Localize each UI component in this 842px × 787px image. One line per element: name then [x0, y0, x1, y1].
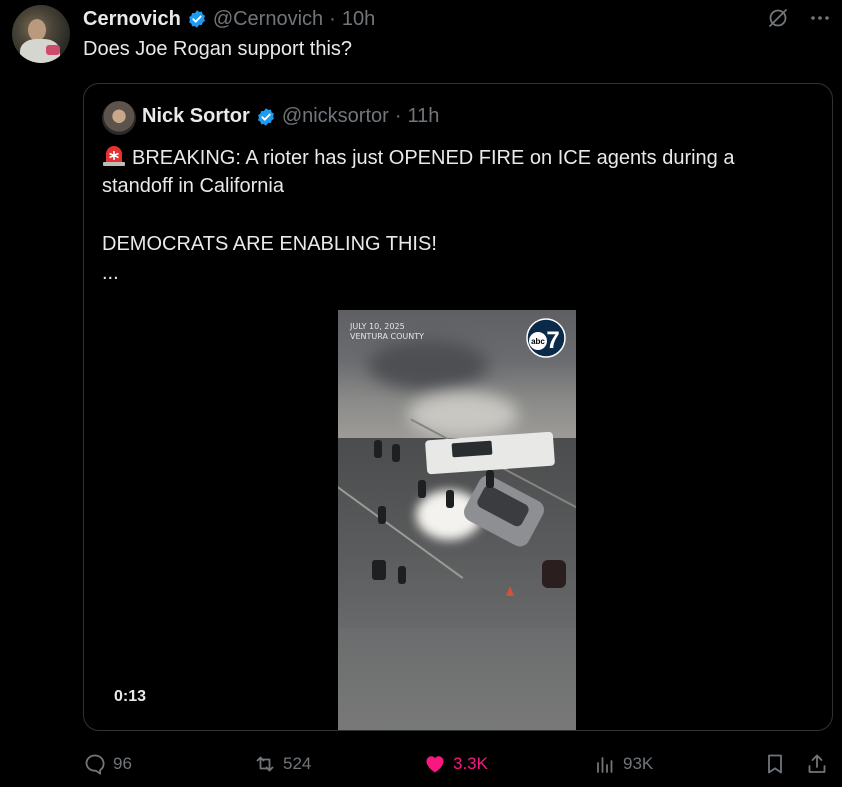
bookmark-button[interactable]: [763, 749, 787, 779]
video-location: VENTURA COUNTY: [350, 332, 424, 341]
avatar-face: [28, 19, 46, 41]
grok-icon[interactable]: [766, 6, 790, 30]
more-options-icon[interactable]: [808, 6, 832, 30]
bookmark-icon: [768, 754, 782, 774]
quoted-author-avatar[interactable]: [102, 101, 136, 135]
quoted-author-name[interactable]: Nick Sortor: [142, 105, 250, 128]
like-count: 3.3K: [453, 754, 488, 773]
quoted-tweet-time[interactable]: 11h: [407, 105, 439, 128]
abc-logo-text: abc: [531, 337, 545, 346]
person-figure: [378, 506, 386, 524]
video-overlay-caption: JULY 10, 2025 VENTURA COUNTY: [350, 322, 424, 342]
person-figure: [418, 480, 426, 498]
tweet-action-bar: 96 524 3.3K 93K: [83, 749, 833, 779]
quoted-header-separator: ·: [394, 105, 402, 127]
abc-logo-number: 7: [546, 327, 559, 354]
quoted-text-breaking: BREAKING: A rioter has just OPENED FIRE …: [132, 147, 735, 169]
tweet-time[interactable]: 10h: [342, 8, 375, 31]
header-separator: ·: [329, 7, 336, 30]
tweet-text: Does Joe Rogan support this?: [83, 38, 353, 60]
person-figure: [374, 440, 382, 458]
person-figure: [372, 560, 386, 580]
avatar-detail: [46, 45, 60, 55]
quoted-author-handle[interactable]: @nicksortor: [282, 105, 389, 128]
view-count: 93K: [623, 754, 654, 773]
reply-icon: [85, 754, 105, 775]
reply-button[interactable]: 96: [83, 749, 132, 779]
video-blur-shape: [408, 392, 518, 438]
repost-icon: [256, 756, 274, 772]
person-figure: [446, 490, 454, 508]
share-button[interactable]: [805, 749, 829, 779]
reply-count: 96: [113, 754, 132, 773]
pickup-truck-window: [451, 440, 493, 458]
video-duration: 0:13: [114, 688, 147, 705]
heart-filled-icon: [426, 756, 444, 773]
motorcycle: [542, 560, 566, 588]
video-date: JULY 10, 2025: [350, 322, 405, 331]
verified-badge-icon: [257, 107, 274, 126]
tweet-top-actions: [766, 6, 832, 30]
repost-count: 524: [283, 754, 312, 773]
views-button[interactable]: 93K: [593, 749, 653, 779]
video-player[interactable]: JULY 10, 2025 VENTURA COUNTY abc 7: [338, 310, 576, 730]
person-figure: [486, 470, 494, 488]
traffic-cone: [506, 586, 514, 596]
like-button[interactable]: 3.3K: [423, 749, 488, 779]
views-chart-icon: [597, 757, 613, 773]
share-icon: [808, 754, 826, 773]
author-handle[interactable]: @Cernovich: [213, 8, 323, 31]
quoted-tweet-header: Nick Sortor @nicksortor · 11h: [142, 105, 439, 128]
repost-button[interactable]: 524: [253, 749, 311, 779]
abc7-logo-icon: abc 7: [526, 318, 566, 358]
video-blur-shape: [368, 340, 488, 390]
person-figure: [398, 566, 406, 584]
siren-emoji-icon: [103, 146, 125, 166]
author-name[interactable]: Cernovich: [83, 8, 181, 31]
quoted-text-line-3: DEMOCRATS ARE ENABLING THIS!: [102, 233, 437, 255]
quoted-text-ellipsis: ...: [102, 262, 119, 284]
person-figure: [392, 444, 400, 462]
quoted-text-line-2: standoff in California: [102, 175, 284, 197]
tweet-header: Cernovich @Cernovich · 10h: [83, 6, 375, 32]
author-avatar[interactable]: [12, 5, 70, 63]
verified-badge-icon: [188, 10, 205, 28]
road-surface: [338, 628, 576, 730]
quoted-tweet[interactable]: Nick Sortor @nicksortor · 11h BREAKING: …: [83, 83, 833, 731]
quoted-text-line-1: BREAKING: A rioter has just OPENED FIRE …: [102, 145, 734, 170]
